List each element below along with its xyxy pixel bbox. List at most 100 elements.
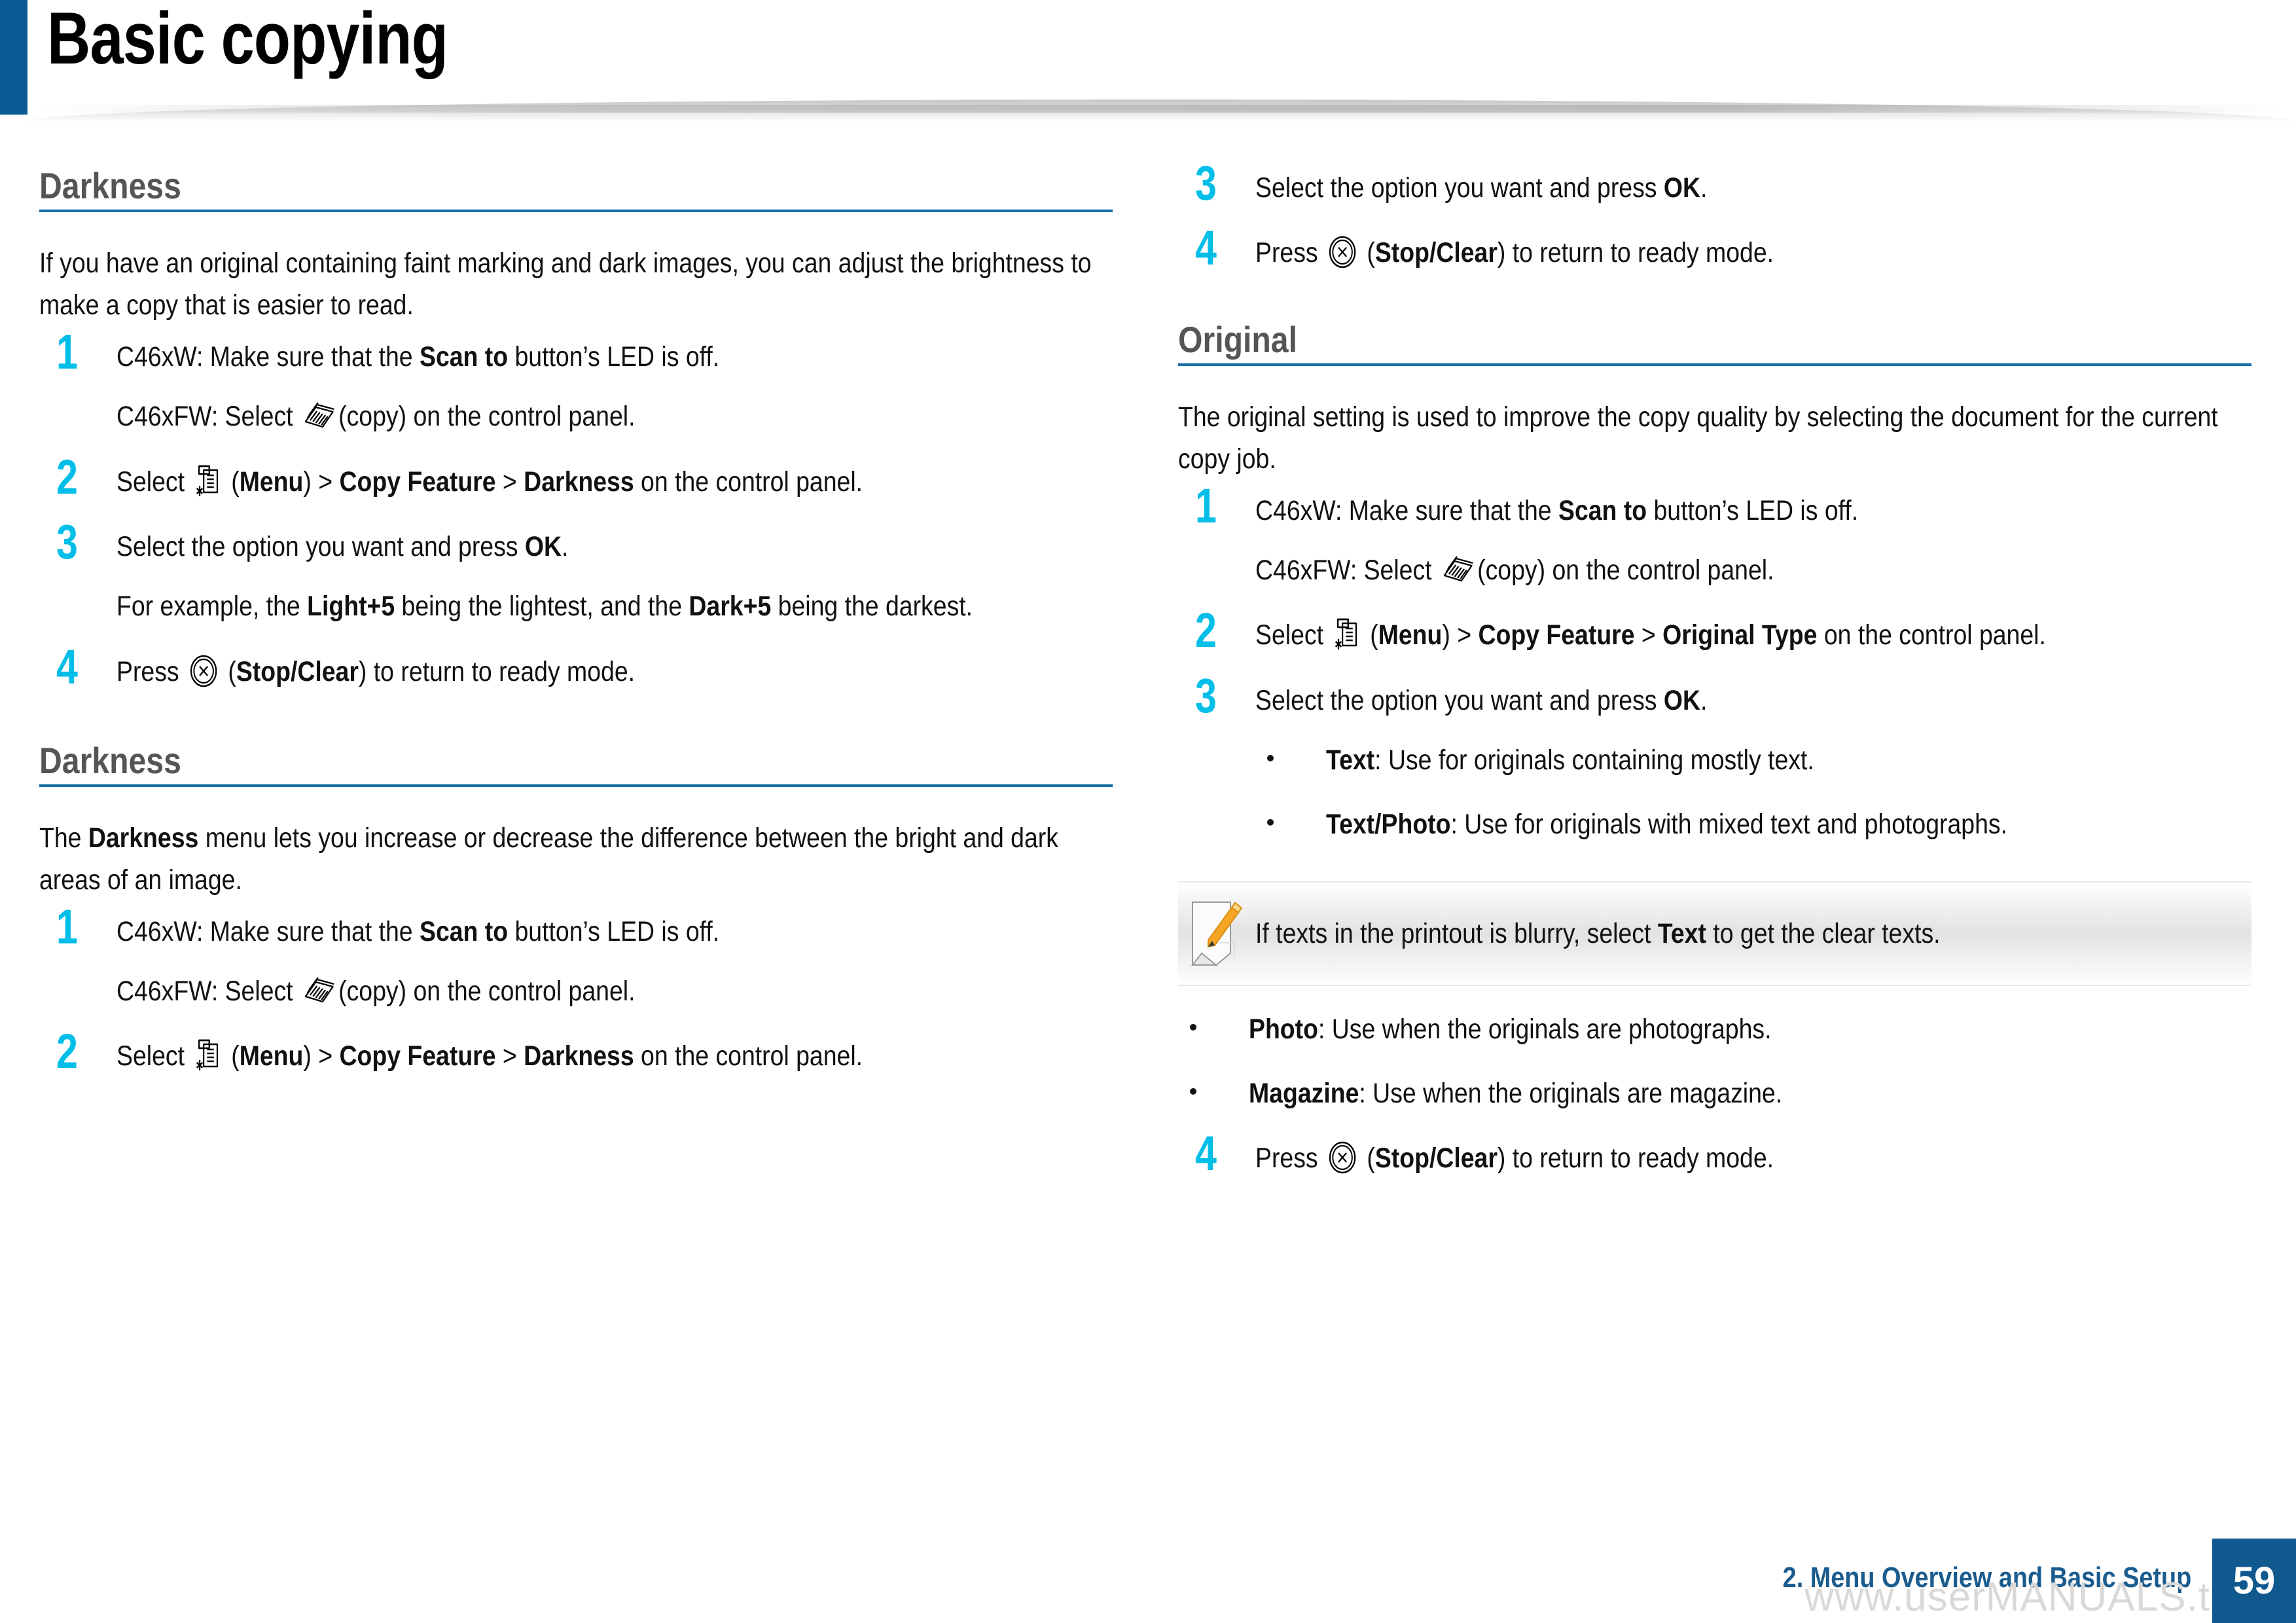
step-number: 1 — [56, 899, 78, 954]
step-number: 3 — [1195, 156, 1217, 210]
emphasis-text: Darkness — [524, 1040, 634, 1072]
section-intro-paragraph: The original setting is used to improve … — [1178, 401, 2218, 475]
heading-rule — [39, 784, 1113, 787]
inline-text: ( — [1359, 1142, 1375, 1174]
bullet-item: Magazine: Use when the originals are mag… — [1178, 1072, 2251, 1115]
heading-rule — [1178, 363, 2251, 366]
step-text: Select the option you want and press OK. — [1255, 680, 2296, 722]
emphasis-text: Text — [1326, 744, 1375, 776]
watermark: www.userMANUALS.tech — [1804, 1575, 2278, 1620]
section-heading: Darkness — [39, 739, 181, 781]
right-column: 3 Select the option you want and press OK… — [1178, 159, 2251, 1202]
menu-icon — [195, 464, 221, 498]
section-intro-paragraph: If you have an original containing faint… — [39, 247, 1092, 321]
emphasis-text: Scan to — [1558, 494, 1647, 526]
copy-icon — [303, 977, 335, 1007]
bullet-item: Text/Photo: Use for originals with mixed… — [1255, 803, 2251, 846]
stop-clear-icon — [1328, 236, 1357, 268]
step-text: C46xW: Make sure that the Scan to button… — [117, 336, 1187, 378]
step-number: 4 — [1195, 221, 1217, 276]
step-item: 1 C46xW: Make sure that the Scan to butto… — [39, 902, 1113, 1013]
page-header: Basic copying — [0, 0, 2296, 122]
inline-text: Select the option you want and press — [1255, 172, 1664, 204]
inline-text: Select the option you want and press — [1255, 684, 1664, 716]
step-text: Select (Menu) > Copy Feature > Darkness … — [117, 1035, 1187, 1078]
inline-text: Press — [1255, 237, 1325, 269]
step-number: 2 — [56, 1024, 78, 1079]
emphasis-text: Magazine — [1249, 1078, 1359, 1110]
step-item: 4 Press (Stop/Clear) to return to ready m… — [1178, 1129, 2251, 1180]
section-heading: Darkness — [39, 165, 181, 206]
emphasis-text: Dark+5 — [689, 591, 772, 623]
stop-clear-icon — [189, 655, 218, 687]
emphasis-text: OK — [524, 530, 562, 562]
header-accent-bar — [0, 0, 27, 115]
step-number: 4 — [1195, 1125, 1217, 1180]
stop-clear-icon — [1328, 1141, 1357, 1174]
step-text: C46xFW: Select (copy) on the control pan… — [117, 395, 1187, 438]
heading-rule — [39, 209, 1113, 212]
inline-text: > — [495, 465, 524, 498]
inline-text: : Use when the originals are photographs… — [1318, 1013, 1772, 1045]
inline-text: C46xFW: Select — [117, 976, 300, 1008]
inline-text: C46xW: Make sure that the — [117, 340, 420, 373]
emphasis-text: Menu — [239, 1040, 304, 1072]
inline-text: (copy) on the control panel. — [338, 976, 636, 1008]
emphasis-text: Scan to — [419, 915, 509, 947]
note-text: If texts in the printout is blurry, sele… — [1255, 914, 1941, 953]
page-title: Basic copying — [47, 0, 448, 79]
inline-text: . — [1700, 684, 1708, 716]
inline-text: Select — [117, 465, 192, 498]
inline-text: Press — [117, 655, 187, 687]
menu-icon — [195, 1038, 221, 1072]
inline-text: ) > — [303, 1040, 340, 1072]
inline-text: being the darkest. — [771, 591, 973, 623]
inline-text: on the control panel. — [634, 465, 863, 498]
inline-text: ) to return to ready mode. — [358, 655, 636, 687]
step-item: 2 Select (Menu) > Copy Feature > Darkness… — [39, 452, 1113, 503]
steps-list: 1 C46xW: Make sure that the Scan to butto… — [39, 902, 1113, 1079]
step-number: 2 — [1195, 603, 1217, 658]
step-text: Select the option you want and press OK. — [1255, 167, 2296, 210]
inline-text: button’s LED is off. — [508, 340, 720, 373]
step-item: 2 Select (Menu) > Copy Feature > Original… — [1178, 606, 2251, 657]
inline-text: (copy) on the control panel. — [338, 401, 636, 433]
inline-text: to get the clear texts. — [1706, 917, 1941, 949]
bullet-item: Photo: Use when the originals are photog… — [1178, 1008, 2251, 1051]
inline-text: being the lightest, and the — [395, 591, 689, 623]
continued-steps-list: 3 Select the option you want and press OK… — [1178, 159, 2251, 276]
emphasis-text: Menu — [1378, 619, 1443, 651]
inline-text: ( — [224, 465, 240, 498]
left-column: Darkness If you have an original contain… — [39, 165, 1113, 1101]
step-text: C46xFW: Select (copy) on the control pan… — [117, 970, 1187, 1013]
step-item: 1 C46xW: Make sure that the Scan to butto… — [39, 327, 1113, 439]
step-item: 4 Press (Stop/Clear) to return to ready m… — [39, 642, 1113, 693]
note-pencil-icon — [1178, 900, 1255, 968]
emphasis-text: OK — [1663, 172, 1701, 204]
emphasis-text: Copy Feature — [339, 1040, 496, 1072]
inline-text: Press — [1255, 1142, 1325, 1174]
emphasis-text: Darkness — [88, 822, 199, 854]
inline-text: on the control panel. — [634, 1040, 863, 1072]
emphasis-text: Text — [1657, 917, 1706, 949]
step-number: 1 — [1195, 478, 1217, 533]
page-footer: 2. Menu Overview and Basic Setup www.use… — [0, 1525, 2296, 1623]
section-heading: Original — [1178, 318, 1297, 360]
steps-list: 1 C46xW: Make sure that the Scan to butto… — [39, 327, 1113, 693]
emphasis-text: Stop/Clear — [1374, 1142, 1498, 1174]
inline-text: C46xFW: Select — [1255, 554, 1439, 586]
bullets-after-note: Photo: Use when the originals are photog… — [1178, 1008, 2251, 1115]
step-text: Press (Stop/Clear) to return to ready mo… — [1255, 232, 2296, 274]
inline-text: . — [562, 530, 569, 562]
inline-text: ) to return to ready mode. — [1497, 237, 1774, 269]
step-item: 3 Select the option you want and press OK… — [39, 517, 1113, 629]
inline-text: ( — [1359, 237, 1375, 269]
step-text: Select the option you want and press OK. — [117, 526, 1187, 568]
bullet-text: Text: Use for originals containing mostl… — [1326, 739, 2131, 782]
section-intro-paragraph: The Darkness menu lets you increase or d… — [39, 817, 1110, 902]
step-number: 3 — [56, 514, 78, 569]
emphasis-text: Menu — [239, 465, 304, 498]
bullet-text: Magazine: Use when the originals are mag… — [1249, 1072, 2121, 1115]
copy-icon — [1442, 556, 1474, 586]
emphasis-text: Stop/Clear — [1374, 237, 1498, 269]
